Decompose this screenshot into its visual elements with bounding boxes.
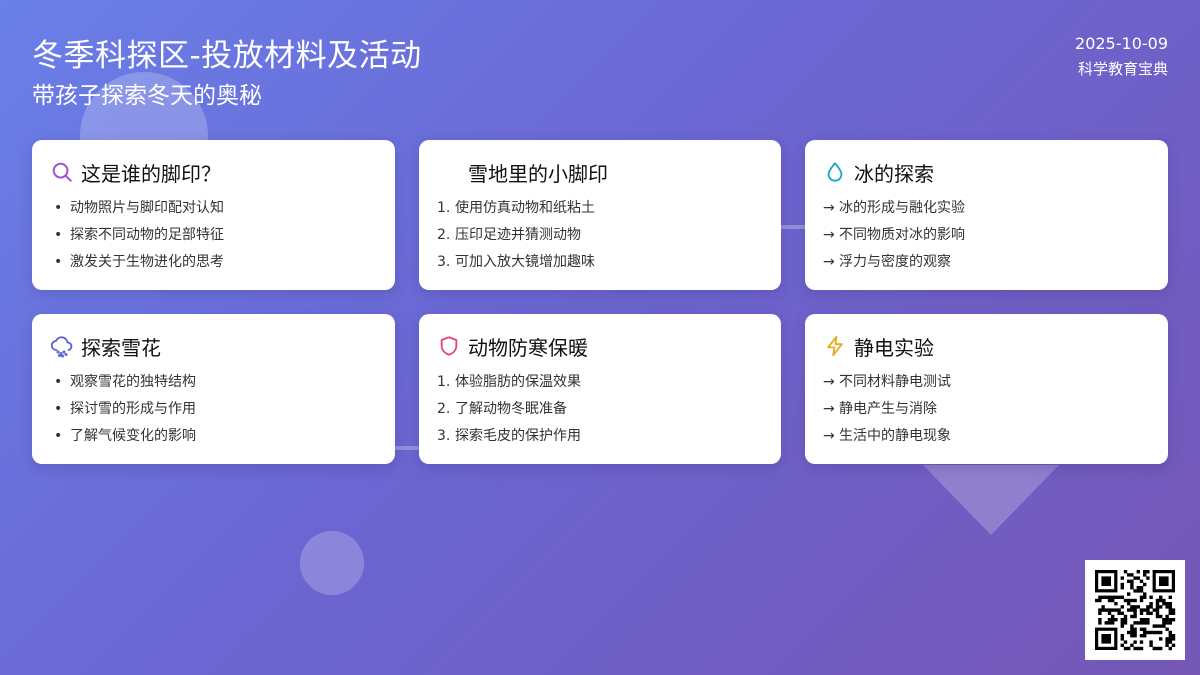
card-header: 这是谁的脚印？ xyxy=(50,158,221,186)
number-marker: 3. xyxy=(437,428,451,444)
number-marker: 2. xyxy=(437,401,451,417)
card-title: 静电实验 xyxy=(854,335,934,360)
card-list: • 观察雪花的独特结构 • 探讨雪的形成与作用 • 了解气候变化的影响 xyxy=(50,373,196,454)
arrow-marker: → xyxy=(823,200,835,216)
card-list: 1. 体验脂肪的保温效果 2. 了解动物冬眠准备 3. 探索毛皮的保护作用 xyxy=(437,373,581,454)
list-item: → 浮力与密度的观察 xyxy=(823,253,965,280)
list-item-text: 激发关于生物进化的思考 xyxy=(70,254,224,270)
bullet-marker: • xyxy=(54,401,63,417)
card-animal-warmth: 动物防寒保暖 1. 体验脂肪的保温效果 2. 了解动物冬眠准备 3. 探索毛皮的保护作… xyxy=(419,314,781,464)
list-item-text: 可加入放大镜增加趣味 xyxy=(455,254,595,270)
card-list: → 冰的形成与融化实验 → 不同物质对冰的影响 → 浮力与密度的观察 xyxy=(823,199,965,280)
blank-icon xyxy=(437,160,461,184)
card-header: 雪地里的小脚印 xyxy=(437,158,608,186)
brand-label: 科学教育宝典 xyxy=(1077,60,1168,78)
list-item-text: 不同材料静电测试 xyxy=(839,374,951,390)
search-icon xyxy=(50,160,74,184)
card-footprints: 这是谁的脚印？ • 动物照片与脚印配对认知 • 探索不同动物的足部特征 • 激发关于生… xyxy=(32,140,395,290)
list-item: → 静电产生与消除 xyxy=(823,400,951,427)
bullet-marker: • xyxy=(54,428,63,444)
date-label: 2025-10-09 xyxy=(1075,34,1168,53)
list-item-text: 使用仿真动物和纸粘土 xyxy=(455,200,595,216)
list-item: 3. 可加入放大镜增加趣味 xyxy=(437,253,595,280)
list-item-text: 观察雪花的独特结构 xyxy=(70,374,196,390)
number-marker: 2. xyxy=(437,227,451,243)
decor-triangle xyxy=(923,465,1059,535)
decor-circle-small xyxy=(300,531,364,595)
list-item: 1. 体验脂肪的保温效果 xyxy=(437,373,581,400)
arrow-marker: → xyxy=(823,401,835,417)
card-list: → 不同材料静电测试 → 静电产生与消除 → 生活中的静电现象 xyxy=(823,373,951,454)
bullet-marker: • xyxy=(54,254,63,270)
qr-code[interactable] xyxy=(1085,560,1185,660)
card-title: 冰的探索 xyxy=(854,161,934,186)
card-snowflake: 探索雪花 • 观察雪花的独特结构 • 探讨雪的形成与作用 • 了解气候变化的影响 xyxy=(32,314,395,464)
arrow-marker: → xyxy=(823,374,835,390)
card-static-electricity: 静电实验 → 不同材料静电测试 → 静电产生与消除 → 生活中的静电现象 xyxy=(805,314,1168,464)
snow-cloud-icon xyxy=(50,334,74,358)
number-marker: 1. xyxy=(437,374,451,390)
list-item: 3. 探索毛皮的保护作用 xyxy=(437,427,581,454)
list-item: 1. 使用仿真动物和纸粘土 xyxy=(437,199,595,226)
card-title: 雪地里的小脚印 xyxy=(468,161,608,186)
bullet-marker: • xyxy=(54,200,63,216)
list-item-text: 体验脂肪的保温效果 xyxy=(455,374,581,390)
card-ice: 冰的探索 → 冰的形成与融化实验 → 不同物质对冰的影响 → 浮力与密度的观察 xyxy=(805,140,1168,290)
list-item: • 探索不同动物的足部特征 xyxy=(50,226,224,253)
card-snow-footprints: 雪地里的小脚印 1. 使用仿真动物和纸粘土 2. 压印足迹并猜测动物 3. 可加入放大… xyxy=(419,140,781,290)
bullet-marker: • xyxy=(54,374,63,390)
card-header: 探索雪花 xyxy=(50,332,161,360)
bullet-marker: • xyxy=(54,227,63,243)
arrow-marker: → xyxy=(823,227,835,243)
list-item: • 探讨雪的形成与作用 xyxy=(50,400,196,427)
card-header: 冰的探索 xyxy=(823,158,934,186)
card-title: 动物防寒保暖 xyxy=(468,335,588,360)
water-drop-icon xyxy=(823,160,847,184)
lightning-icon xyxy=(823,334,847,358)
list-item: • 观察雪花的独特结构 xyxy=(50,373,196,400)
arrow-marker: → xyxy=(823,428,835,444)
list-item: → 生活中的静电现象 xyxy=(823,427,951,454)
list-item-text: 不同物质对冰的影响 xyxy=(839,227,965,243)
list-item-text: 了解动物冬眠准备 xyxy=(455,401,567,417)
list-item: → 不同材料静电测试 xyxy=(823,373,951,400)
card-title: 这是谁的脚印？ xyxy=(81,161,221,186)
qr-code-graphic xyxy=(1095,570,1176,651)
list-item-text: 了解气候变化的影响 xyxy=(70,428,196,444)
list-item: • 动物照片与脚印配对认知 xyxy=(50,199,224,226)
list-item-text: 压印足迹并猜测动物 xyxy=(455,227,581,243)
number-marker: 3. xyxy=(437,254,451,270)
page-subtitle: 带孩子探索冬天的奥秘 xyxy=(32,83,262,109)
list-item-text: 探索不同动物的足部特征 xyxy=(70,227,224,243)
number-marker: 1. xyxy=(437,200,451,216)
card-list: • 动物照片与脚印配对认知 • 探索不同动物的足部特征 • 激发关于生物进化的思考 xyxy=(50,199,224,280)
arrow-marker: → xyxy=(823,254,835,270)
list-item-text: 动物照片与脚印配对认知 xyxy=(70,200,224,216)
list-item-text: 探索毛皮的保护作用 xyxy=(455,428,581,444)
list-item: → 不同物质对冰的影响 xyxy=(823,226,965,253)
page-title: 冬季科探区-投放材料及活动 xyxy=(32,38,422,74)
list-item: 2. 压印足迹并猜测动物 xyxy=(437,226,595,253)
list-item: • 激发关于生物进化的思考 xyxy=(50,253,224,280)
card-header: 静电实验 xyxy=(823,332,934,360)
card-title: 探索雪花 xyxy=(81,335,161,360)
shield-icon xyxy=(437,334,461,358)
list-item: • 了解气候变化的影响 xyxy=(50,427,196,454)
list-item-text: 浮力与密度的观察 xyxy=(839,254,951,270)
list-item: → 冰的形成与融化实验 xyxy=(823,199,965,226)
list-item-text: 探讨雪的形成与作用 xyxy=(70,401,196,417)
card-header: 动物防寒保暖 xyxy=(437,332,588,360)
card-list: 1. 使用仿真动物和纸粘土 2. 压印足迹并猜测动物 3. 可加入放大镜增加趣味 xyxy=(437,199,595,280)
list-item-text: 静电产生与消除 xyxy=(839,401,937,417)
list-item-text: 冰的形成与融化实验 xyxy=(839,200,965,216)
list-item: 2. 了解动物冬眠准备 xyxy=(437,400,581,427)
list-item-text: 生活中的静电现象 xyxy=(839,428,951,444)
